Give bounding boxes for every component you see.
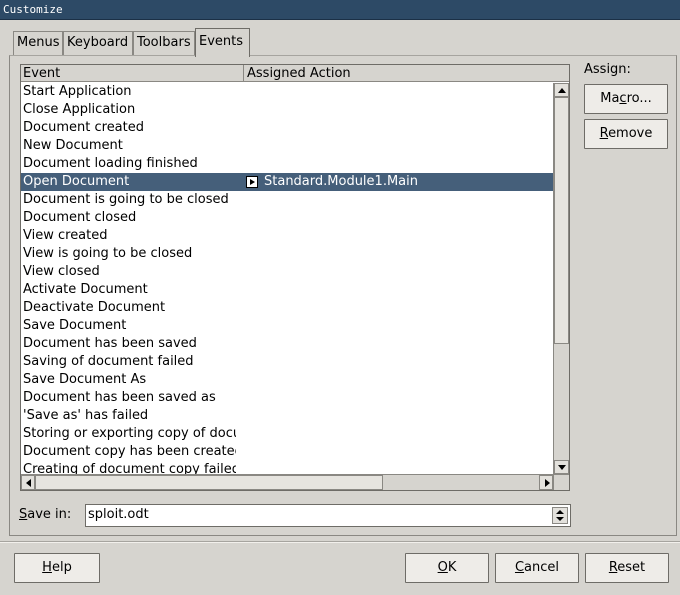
event-name: Start Application [23,84,132,99]
event-name: Save Document As [23,372,147,387]
scroll-up-button[interactable] [554,83,569,97]
table-row[interactable]: Creating of document copy failed [21,461,553,474]
reset-button-label: Reset [608,560,646,575]
events-list[interactable]: Event Assigned Action Start Application C… [20,64,570,491]
assigned-action: Standard.Module1.Main [264,174,418,189]
event-name: Document copy has been created [23,444,236,459]
table-row[interactable]: Close Application [21,101,553,119]
table-row[interactable]: Save Document [21,317,553,335]
tab-label: Menus [17,35,60,50]
scroll-down-button[interactable] [554,460,569,474]
horizontal-scroll-thumb[interactable] [35,475,383,490]
separator [0,541,680,543]
window-title: Customize [3,3,63,16]
table-row[interactable]: Storing or exporting copy of document [21,425,553,443]
table-row[interactable]: New Document [21,137,553,155]
table-row[interactable]: View created [21,227,553,245]
table-row[interactable]: Deactivate Document [21,299,553,317]
table-row[interactable]: Document created [21,119,553,137]
event-name: New Document [23,138,123,153]
remove-button[interactable]: Remove [584,119,668,149]
table-row[interactable]: Saving of document failed [21,353,553,371]
ok-button-label: OK [437,560,457,575]
events-rows: Start Application Close Application Docume… [21,83,553,474]
tab-label: Keyboard [67,35,129,50]
event-name: Document closed [23,210,137,225]
save-in-label: Save in: [19,507,72,522]
help-button[interactable]: Help [14,553,100,583]
event-name: View closed [23,264,100,279]
event-name: Storing or exporting copy of document [23,426,236,441]
scroll-corner [553,474,569,490]
event-name: View is going to be closed [23,246,193,261]
save-in-select[interactable]: sploit.odt [85,504,571,527]
event-name: Save Document [23,318,127,333]
horizontal-scrollbar[interactable] [21,474,553,490]
table-row[interactable]: Document loading finished [21,155,553,173]
save-in-value: sploit.odt [88,507,149,522]
cancel-button[interactable]: Cancel [495,553,579,583]
scroll-left-button[interactable] [21,475,35,490]
list-header: Event Assigned Action [21,65,569,82]
event-name: Close Application [23,102,136,117]
tab-toolbars[interactable]: Toolbars [133,31,195,56]
tab-keyboard[interactable]: Keyboard [63,31,133,56]
column-header-assigned-action[interactable]: Assigned Action [244,65,569,82]
event-name: Open Document [23,174,130,189]
spin-arrows-icon[interactable] [552,507,568,524]
event-name: Document is going to be closed [23,192,229,207]
event-name: Document loading finished [23,156,198,171]
macro-button-label: Macro... [600,91,652,106]
event-name: Saving of document failed [23,354,194,369]
table-row[interactable]: Document copy has been created [21,443,553,461]
table-row[interactable]: Save Document As [21,371,553,389]
tab-label: Events [199,34,244,49]
macro-button[interactable]: Macro... [584,84,668,114]
tab-events[interactable]: Events [195,28,250,57]
event-name: Activate Document [23,282,148,297]
macro-icon [246,176,258,188]
table-row[interactable]: Start Application [21,83,553,101]
event-name: Deactivate Document [23,300,166,315]
event-name: 'Save as' has failed [23,408,149,423]
cancel-button-label: Cancel [514,560,560,575]
tab-label: Toolbars [137,35,191,50]
event-name: View created [23,228,108,243]
table-row[interactable]: View closed [21,263,553,281]
title-bar: Customize [0,0,680,20]
help-button-label: Help [42,560,72,575]
remove-button-label: Remove [599,126,653,141]
table-row[interactable]: 'Save as' has failed [21,407,553,425]
event-name: Document has been saved as [23,390,216,405]
scroll-right-button[interactable] [539,475,553,490]
table-row[interactable]: Document is going to be closed [21,191,553,209]
table-row[interactable]: Document closed [21,209,553,227]
tab-menus[interactable]: Menus [13,31,63,56]
column-header-event[interactable]: Event [21,65,244,82]
vertical-scrollbar[interactable] [553,83,569,474]
table-row[interactable]: Document has been saved [21,335,553,353]
table-row[interactable]: Open Document Standard.Module1.Main [21,173,553,191]
ok-button[interactable]: OK [405,553,489,583]
event-name: Creating of document copy failed [23,462,236,474]
vertical-scroll-thumb[interactable] [554,97,569,344]
table-row[interactable]: View is going to be closed [21,245,553,263]
assign-label: Assign: [584,62,631,77]
event-name: Document created [23,120,144,135]
event-name: Document has been saved [23,336,197,351]
reset-button[interactable]: Reset [585,553,669,583]
table-row[interactable]: Document has been saved as [21,389,553,407]
table-row[interactable]: Activate Document [21,281,553,299]
